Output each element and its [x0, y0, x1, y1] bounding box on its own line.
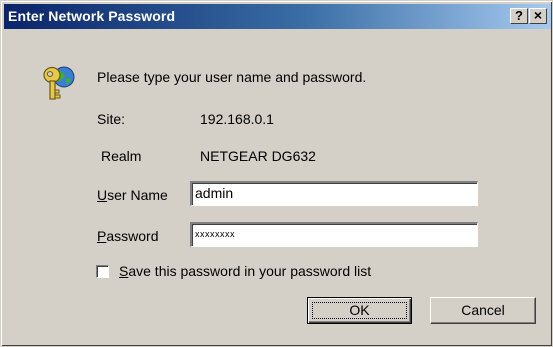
site-label: Site: — [97, 111, 126, 127]
save-password-checkbox[interactable] — [96, 265, 109, 278]
cancel-button-label: Cancel — [461, 302, 505, 318]
ok-button[interactable]: OK — [307, 297, 412, 324]
enter-network-password-dialog: Enter Network Password ? × Please type y… — [0, 0, 553, 347]
save-accel: S — [119, 263, 129, 279]
username-label: User Name — [97, 187, 168, 203]
cancel-button[interactable]: Cancel — [430, 297, 536, 324]
window-title: Enter Network Password — [8, 8, 176, 24]
save-password-label[interactable]: Save this password in your password list — [119, 263, 371, 279]
username-label-rest: ser Name — [107, 187, 168, 203]
password-input[interactable]: xxxxxxxx — [190, 222, 478, 247]
save-label-rest: ave this password in your password list — [128, 263, 372, 279]
site-value: 192.168.0.1 — [200, 111, 274, 127]
ok-button-label: OK — [349, 302, 370, 318]
help-button[interactable]: ? — [510, 8, 528, 24]
password-accel: P — [97, 228, 107, 244]
password-label: Password — [97, 228, 158, 244]
prompt-text: Please type your user name and password. — [97, 69, 367, 85]
key-globe-icon — [43, 66, 75, 100]
realm-value: NETGEAR DG632 — [200, 148, 316, 164]
username-input[interactable]: admin — [190, 181, 478, 206]
close-button[interactable]: × — [529, 8, 547, 24]
realm-label: Realm — [101, 148, 142, 164]
username-accel: U — [97, 187, 108, 203]
title-bar[interactable]: Enter Network Password ? × — [4, 4, 551, 29]
password-label-rest: assword — [106, 228, 159, 244]
